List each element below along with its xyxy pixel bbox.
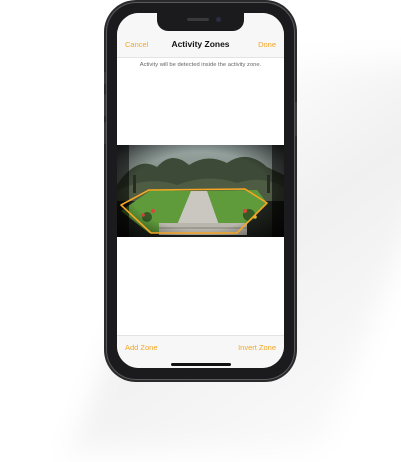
mute-switch — [104, 72, 106, 84]
volume-up-button — [104, 94, 106, 116]
camera-feed-image — [117, 145, 284, 237]
earpiece-speaker — [187, 18, 209, 21]
activity-zone-hint: Activity will be detected inside the act… — [139, 62, 262, 68]
notch — [157, 13, 244, 31]
phone-screen: Cancel Activity Zones Done Activity will… — [117, 13, 284, 368]
bottom-toolbar: Add Zone Invert Zone — [117, 335, 284, 368]
invert-zone-button[interactable]: Invert Zone — [238, 343, 276, 352]
navigation-bar: Cancel Activity Zones Done — [117, 33, 284, 58]
home-indicator — [171, 363, 231, 366]
done-button[interactable]: Done — [258, 40, 276, 49]
power-button — [295, 102, 297, 136]
volume-down-button — [104, 122, 106, 144]
add-zone-button[interactable]: Add Zone — [125, 343, 158, 352]
front-camera — [216, 17, 221, 22]
